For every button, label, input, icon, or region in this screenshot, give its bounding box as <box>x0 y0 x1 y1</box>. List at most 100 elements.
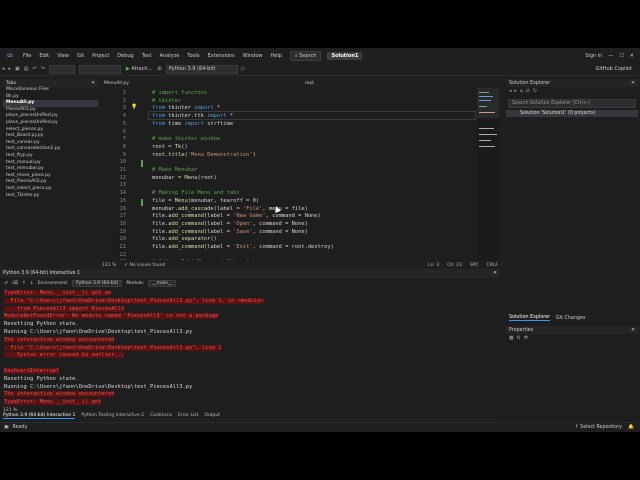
file-item[interactable]: test_ftyp.py <box>3 153 98 160</box>
solution-name[interactable]: Solution1 <box>327 51 363 60</box>
new-file-icon[interactable]: ▣ <box>13 66 22 72</box>
output-line: The interactive window encountered <box>4 336 115 343</box>
close-icon[interactable]: ✕ <box>493 271 497 276</box>
back-icon[interactable]: ◂ <box>509 89 511 94</box>
menu-view[interactable]: View <box>53 53 73 59</box>
code-area[interactable]: 💡 1 # import functons 2 # tkinter 3 from tkin… <box>100 88 476 260</box>
up-icon[interactable]: ↑ <box>22 281 26 286</box>
file-item[interactable]: test_menubar.py <box>3 166 98 173</box>
file-item[interactable]: MenuAll.py <box>3 100 98 107</box>
module-dropdown[interactable]: __main__ <box>148 279 177 287</box>
whitespace-mode[interactable]: SPC <box>470 263 479 268</box>
menu-extensions[interactable]: Extensions <box>204 53 239 59</box>
sign-in-link[interactable]: Sign in <box>585 53 602 59</box>
platform-dropdown[interactable] <box>78 64 121 74</box>
switch-view-icon[interactable]: ⇄ <box>526 89 530 94</box>
close-icon[interactable]: ✕ <box>631 81 635 86</box>
maximize-icon[interactable]: ☐ <box>619 53 623 59</box>
menu-bar: ∞ File Edit View Git Project Debug Test … <box>0 48 640 63</box>
minimap-line <box>479 146 495 147</box>
output-line: Syntax error caused by earlier... <box>4 352 125 359</box>
minimap-line <box>479 100 491 101</box>
code-line: from tkinter.ttk import * <box>152 113 234 120</box>
tab-git-changes[interactable]: Git Changes <box>556 316 585 321</box>
close-icon[interactable]: ✕ <box>91 81 95 86</box>
editor-status-line: 121 % ✔ No issues found Ln: 3 Ch: 23 SPC… <box>100 261 502 269</box>
close-icon[interactable]: ✕ <box>630 53 634 59</box>
file-item[interactable]: test_Tkinter.py <box>3 193 98 200</box>
python-environment-dropdown[interactable]: Python 3.9 (64-bit) <box>165 64 238 74</box>
undo-icon[interactable]: ↶ <box>31 66 39 72</box>
line-number: 20 <box>119 236 127 243</box>
editor-zoom[interactable]: 121 % <box>102 263 116 268</box>
attach-button[interactable]: ▶ Attach... <box>123 66 155 72</box>
code-line: file.add_command(label = 'Save', command… <box>152 228 308 235</box>
line-ending[interactable]: CRLF <box>487 263 498 268</box>
bottom-tab[interactable]: CodeLens <box>150 413 172 418</box>
bottom-tab[interactable]: Python Testing Interactive 2 <box>81 413 144 418</box>
menu-git[interactable]: Git <box>73 53 88 59</box>
menu-test[interactable]: Test <box>138 53 156 59</box>
tab-menuall[interactable]: MenuAll.py <box>104 81 129 86</box>
environment-dropdown[interactable]: Python 3.9 (64-bit) <box>71 279 123 287</box>
menu-edit[interactable]: Edit <box>35 53 53 59</box>
run-icon[interactable]: ▷ <box>240 66 248 72</box>
bottom-tab[interactable]: Output <box>204 413 220 418</box>
menu-help[interactable]: Help <box>267 53 286 59</box>
repository-label: Select Repository <box>580 425 623 430</box>
lightbulb-icon[interactable]: 💡 <box>131 104 137 110</box>
forward-icon[interactable]: ▸ <box>514 89 516 94</box>
line-number: 10 <box>119 159 127 166</box>
search-box[interactable]: ⌕ Search <box>289 50 322 61</box>
menu-window[interactable]: Window <box>239 53 267 59</box>
toolbar: ◂ ▸ ▣ ▤ ↶ ↷ ▶ Attach... ⊞ Python 3.9 (64… <box>0 63 640 76</box>
minimize-icon[interactable]: — <box>608 53 613 59</box>
breadcrumb[interactable]: root <box>305 81 314 86</box>
categorized-icon[interactable]: ▦ <box>509 336 514 341</box>
menu-debug[interactable]: Debug <box>113 53 137 59</box>
minimap-line <box>479 92 489 93</box>
notifications-icon[interactable]: 🔔 <box>628 425 634 430</box>
tab-solution-explorer[interactable]: Solution Explorer <box>509 315 551 321</box>
file-item[interactable]: test_canvaselection2.py <box>3 146 98 153</box>
redo-icon[interactable]: ↷ <box>39 66 47 72</box>
bottom-tab[interactable]: Error List <box>178 413 198 418</box>
refresh-icon[interactable]: ↻ <box>533 89 537 94</box>
bottom-tab[interactable]: Python 3.9 (64-bit) Interactive 1 <box>3 413 76 419</box>
minimap-line <box>479 112 495 113</box>
home-icon[interactable]: ⌂ <box>520 89 523 94</box>
file-item[interactable]: test_select_piece.py <box>3 186 98 193</box>
code-line: file = Menu(menubar, tearoff = 0) <box>152 197 260 204</box>
file-item[interactable]: test_Board.py.py <box>3 133 98 140</box>
down-icon[interactable]: ↓ <box>30 281 34 286</box>
menu-project[interactable]: Project <box>88 53 113 59</box>
search-label: Search <box>299 52 317 59</box>
file-item[interactable]: test_PiecesAll3.py <box>3 179 98 186</box>
close-icon[interactable]: ✕ <box>631 328 635 333</box>
output-line: from PiecesAll3 import PiecesAll3 <box>4 305 125 312</box>
menu-file[interactable]: File <box>19 53 35 59</box>
right-pane-tabs: Solution Explorer Git Changes <box>506 314 640 322</box>
copilot-button[interactable]: GitHub Copilot <box>596 66 640 72</box>
repository-button[interactable]: ↑ Select Repository <box>575 425 622 430</box>
interactive-output[interactable]: TypeError: Menu.__init__() got an File "… <box>0 290 492 408</box>
solution-search-input[interactable]: Search Solution Explorer (Ctrl+;) <box>508 99 636 108</box>
menu-analyze[interactable]: Analyze <box>156 53 184 59</box>
file-item[interactable]: place_piecesUnified.py <box>3 120 98 127</box>
wrench-icon[interactable]: ⚒ <box>524 336 528 341</box>
solution-toolbar: ◂ ▸ ⌂ ⇄ ↻ <box>506 87 638 95</box>
file-item[interactable]: place_piecesUnified.py <box>3 113 98 120</box>
toolbar-icon[interactable]: ⊞ <box>155 66 163 72</box>
code-line: file.add_separator() <box>152 236 217 243</box>
save-icon[interactable]: ▤ <box>22 66 31 72</box>
configuration-dropdown[interactable] <box>48 64 75 74</box>
issues-status[interactable]: ✔ No issues found <box>124 263 165 268</box>
line-number: 1 <box>122 90 126 96</box>
alphabetical-icon[interactable]: ⇅ <box>517 336 521 341</box>
solution-item[interactable]: Solution 'Solution1' (0 projects) <box>506 110 638 117</box>
properties-pane: Properties ✕ ▦ ⇅ ⚒ <box>506 326 638 430</box>
reset-icon[interactable]: ↺ <box>4 281 8 286</box>
minimap[interactable] <box>477 88 499 260</box>
menu-tools[interactable]: Tools <box>183 53 203 59</box>
clear-icon[interactable]: ⌫ <box>12 281 18 286</box>
